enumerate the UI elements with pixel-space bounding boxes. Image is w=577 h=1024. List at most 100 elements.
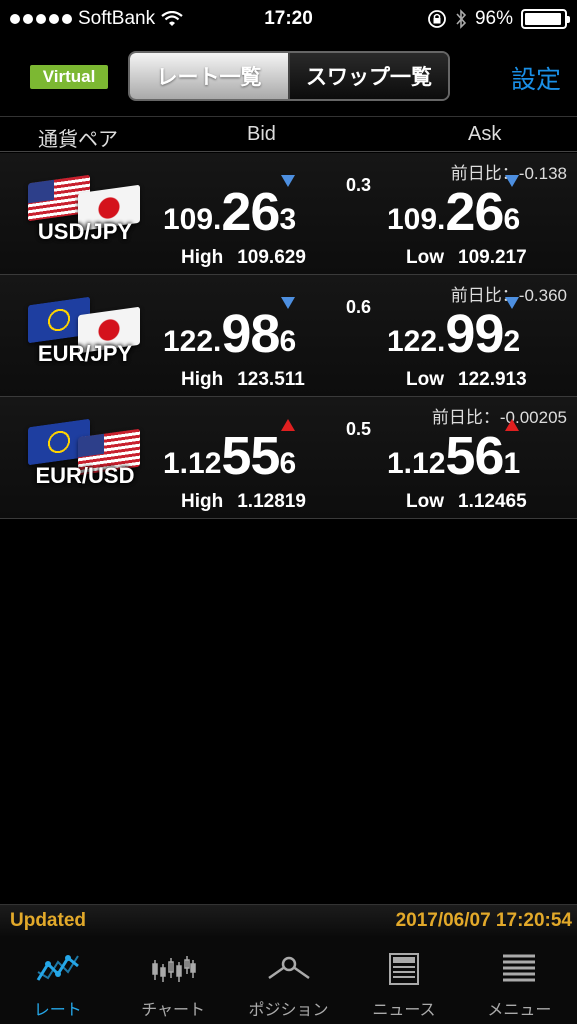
low-value: 122.913: [458, 369, 527, 390]
bid-price-fraction-wrap: 6: [279, 297, 297, 358]
down-arrow-icon: [505, 175, 520, 187]
spread-value: 0.6: [346, 297, 372, 317]
ask-price-fraction: 1: [503, 447, 521, 480]
tab-menu-label: メニュー: [487, 1002, 552, 1019]
ask-price-fraction: 2: [503, 325, 521, 358]
high-value: 1.12819: [237, 491, 306, 512]
bid-price: 1.12 55 6: [163, 419, 297, 486]
updated-bar: Updated 2017/06/07 17:20:54: [0, 904, 577, 936]
ask-price: 109. 26 6: [387, 175, 521, 242]
rate-table-header: 通貨ペア Bid Ask: [0, 116, 577, 152]
tab-menu[interactable]: メニュー: [462, 936, 577, 1024]
spread-value: 0.5: [346, 419, 372, 439]
tab-position[interactable]: ポジション: [231, 936, 346, 1024]
daily-change-value: -0.138: [518, 164, 567, 183]
rate-row[interactable]: EUR/USD 前日比：-0.00205 0.5 1.12 55 6 1.12 …: [0, 397, 577, 519]
ask-price-pips: 56: [445, 426, 504, 486]
ask-price-fraction-wrap: 6: [503, 175, 521, 236]
bid-price: 122. 98 6: [163, 297, 297, 364]
currency-flags: USD/JPY: [20, 174, 150, 244]
bid-price-fraction: 6: [279, 447, 297, 480]
ask-price-fraction-wrap: 2: [503, 297, 521, 358]
ask-price-fraction: 6: [503, 203, 521, 236]
header-currency-pair: 通貨ペア: [38, 129, 118, 151]
currency-flags: EUR/JPY: [20, 296, 150, 366]
candlestick-icon: [152, 956, 196, 982]
tab-chart-label: チャート: [141, 1002, 206, 1019]
low-label: Low: [406, 247, 444, 268]
bid-price-fraction-wrap: 6: [279, 419, 297, 480]
bid-price-prefix: 1.12: [163, 447, 222, 480]
low-label: Low: [406, 491, 444, 512]
high-value: 123.511: [237, 369, 305, 390]
tab-position-label: ポジション: [248, 1002, 329, 1019]
tab-news[interactable]: ニュース: [346, 936, 461, 1024]
settings-button[interactable]: 設定: [511, 60, 561, 96]
header-bid: Bid: [247, 123, 276, 145]
currency-pair-label: USD/JPY: [37, 219, 133, 244]
orientation-lock-icon: [428, 10, 446, 28]
bluetooth-icon: [456, 9, 467, 29]
currency-flags: EUR/USD: [20, 418, 150, 488]
rate-line-icon: [36, 955, 79, 981]
high-info: High 109.629: [181, 247, 306, 269]
updated-timestamp: 2017/06/07 17:20:54: [395, 910, 572, 931]
segment-rate-list[interactable]: レート一覧: [130, 53, 290, 99]
low-info: Low 1.12465: [406, 491, 527, 513]
bid-price-pips: 26: [221, 182, 280, 242]
high-info: High 123.511: [181, 369, 305, 391]
rate-row[interactable]: EUR/JPY 前日比：-0.360 0.6 122. 98 6 122. 99: [0, 275, 577, 397]
up-arrow-icon: [281, 419, 296, 431]
ask-price-prefix: 109.: [387, 203, 446, 236]
low-info: Low 122.913: [406, 369, 527, 391]
status-bar: SoftBank 17:20 96%: [0, 0, 577, 38]
currency-pair-label: EUR/USD: [35, 463, 135, 488]
low-label: Low: [406, 369, 444, 390]
updated-label: Updated: [10, 910, 86, 931]
ask-price-pips: 99: [445, 304, 504, 364]
currency-pair-label: EUR/JPY: [37, 341, 133, 366]
bid-price-fraction: 6: [279, 325, 297, 358]
menu-list-icon: [503, 954, 536, 982]
ask-price-prefix: 122.: [387, 325, 446, 358]
ask-price-prefix: 1.12: [387, 447, 446, 480]
down-arrow-icon: [281, 175, 296, 187]
ask-price-fraction-wrap: 1: [503, 419, 521, 480]
high-label: High: [181, 369, 224, 390]
bid-price-pips: 55: [221, 426, 280, 486]
tab-rate[interactable]: レート: [0, 936, 115, 1024]
view-segmented-control: レート一覧 スワップ一覧: [128, 51, 450, 101]
down-arrow-icon: [281, 297, 296, 309]
virtual-badge: Virtual: [30, 65, 108, 89]
bid-price-fraction-wrap: 3: [279, 175, 297, 236]
tab-rate-label: レート: [33, 1002, 82, 1019]
tab-bar: レート チャート ポジション ニュース メニュー: [0, 936, 577, 1024]
position-icon: [267, 956, 310, 980]
bid-price-prefix: 122.: [163, 325, 222, 358]
ask-price-pips: 26: [445, 182, 504, 242]
bid-price: 109. 26 3: [163, 175, 297, 242]
header-ask: Ask: [468, 123, 502, 145]
nav-bar: Virtual レート一覧 スワップ一覧 設定: [0, 38, 577, 116]
spread-value: 0.3: [346, 175, 372, 195]
battery-icon: [521, 9, 570, 29]
bid-price-fraction: 3: [279, 203, 297, 236]
tab-news-label: ニュース: [372, 1002, 436, 1019]
low-value: 1.12465: [458, 491, 527, 512]
ask-price: 1.12 56 1: [387, 419, 521, 486]
low-value: 109.217: [458, 247, 527, 268]
news-icon: [388, 953, 419, 985]
segment-swap-list[interactable]: スワップ一覧: [290, 53, 448, 99]
rate-row[interactable]: USD/JPY 前日比：-0.138 0.3 109. 26 3 109. 26: [0, 153, 577, 275]
high-label: High: [181, 491, 224, 512]
bid-price-pips: 98: [221, 304, 280, 364]
status-indicators: 96%: [427, 8, 570, 30]
bid-price-prefix: 109.: [163, 203, 222, 236]
high-info: High 1.12819: [181, 491, 306, 513]
ask-price: 122. 99 2: [387, 297, 521, 364]
high-value: 109.629: [237, 247, 306, 268]
tab-chart[interactable]: チャート: [115, 936, 230, 1024]
down-arrow-icon: [505, 297, 520, 309]
low-info: Low 109.217: [406, 247, 527, 269]
daily-change-value: -0.360: [518, 286, 567, 305]
